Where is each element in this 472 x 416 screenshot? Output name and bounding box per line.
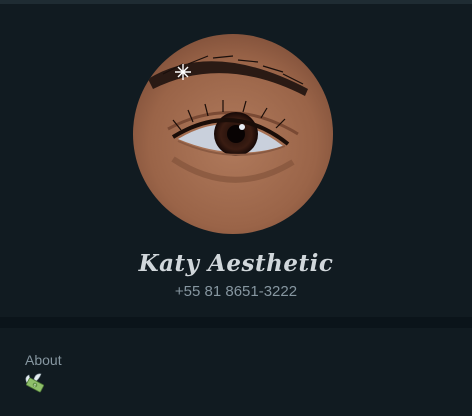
- money-with-wings-icon: $: [24, 373, 46, 393]
- about-label: About: [25, 352, 62, 368]
- about-section: About $: [0, 328, 472, 416]
- contact-phone: +55 81 8651-3222: [174, 283, 298, 300]
- profile-photo[interactable]: [133, 34, 333, 234]
- section-divider: [0, 317, 472, 328]
- contact-name: Katy Aesthetic: [138, 250, 334, 277]
- profile-header: Katy Aesthetic +55 81 8651-3222: [0, 4, 472, 317]
